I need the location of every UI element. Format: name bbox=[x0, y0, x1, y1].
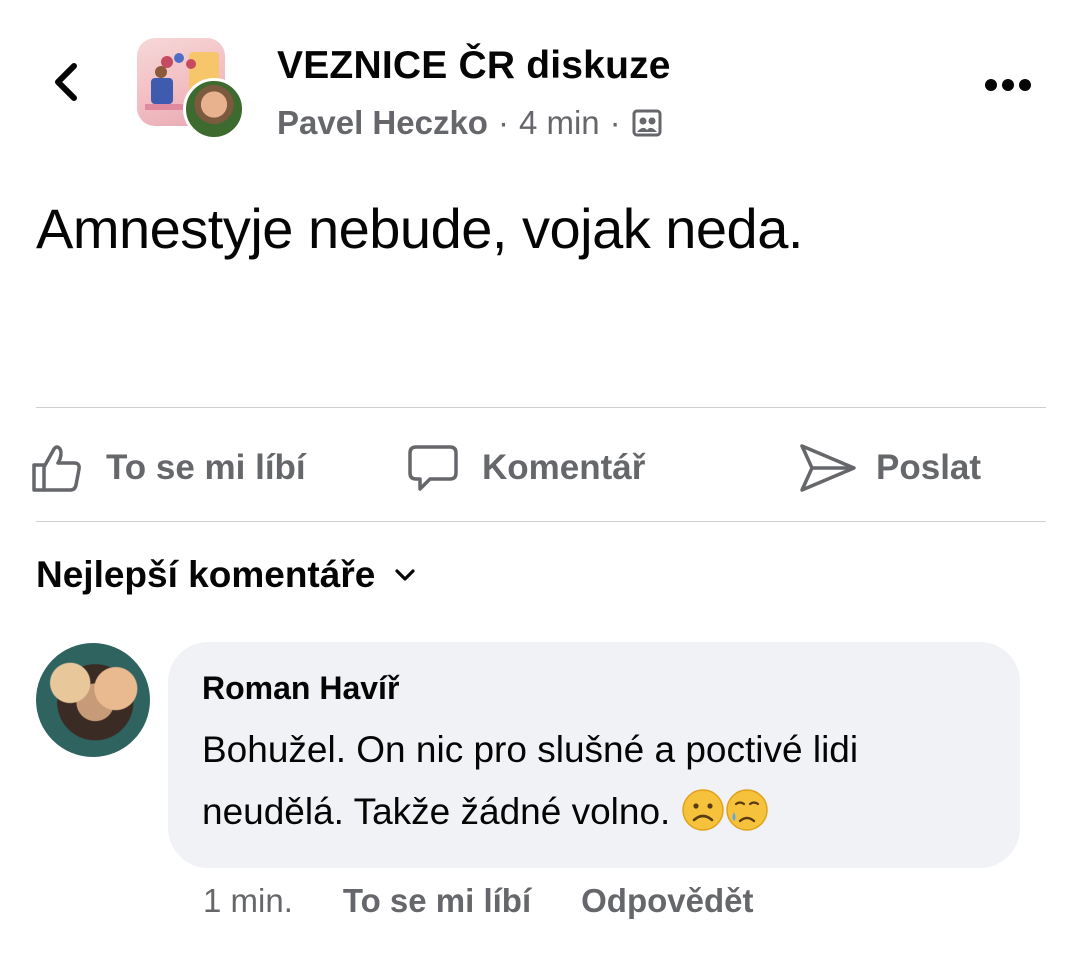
post-author-link[interactable]: Pavel Heczko bbox=[277, 104, 488, 142]
more-options-button[interactable] bbox=[985, 70, 1037, 100]
comment-time[interactable]: 1 min. bbox=[203, 882, 293, 920]
thumbs-up-icon bbox=[32, 445, 81, 492]
comment-sort-label: Nejlepší komentáře bbox=[36, 554, 376, 595]
frowning-face-emoji bbox=[681, 788, 725, 832]
comment-reply-button[interactable]: Odpovědět bbox=[581, 882, 753, 920]
comment-meta: 1 min. To se mi líbí Odpovědět bbox=[203, 882, 754, 920]
dot-icon bbox=[1019, 79, 1031, 91]
comment-text-block: Bohužel. On nic pro slušné a poctivé lid… bbox=[202, 719, 986, 843]
chevron-left-icon bbox=[55, 63, 77, 101]
comment-button[interactable]: Komentář bbox=[406, 440, 645, 496]
sad-relieved-face-emoji bbox=[725, 788, 769, 832]
comment-sort-dropdown[interactable]: Nejlepší komentáře bbox=[36, 554, 417, 596]
send-arrow-icon bbox=[800, 444, 856, 492]
meta-separator: · bbox=[609, 104, 621, 141]
meta-separator: · bbox=[497, 104, 509, 141]
group-members-icon[interactable] bbox=[631, 107, 663, 139]
dot-icon bbox=[985, 79, 997, 91]
comment-bubble: Roman Havíř Bohužel. On nic pro slušné a… bbox=[168, 642, 1020, 868]
comment-author-link[interactable]: Roman Havíř bbox=[202, 670, 986, 707]
post-text: Amnestyje nebude, vojak neda. bbox=[36, 197, 803, 260]
comment-like-button[interactable]: To se mi líbí bbox=[343, 882, 531, 920]
group-avatar[interactable] bbox=[137, 38, 245, 142]
author-avatar[interactable] bbox=[183, 78, 245, 140]
chevron-down-icon bbox=[395, 569, 415, 581]
divider bbox=[36, 521, 1046, 522]
divider bbox=[36, 407, 1046, 408]
back-button[interactable] bbox=[46, 60, 86, 104]
post-time[interactable]: 4 min bbox=[519, 104, 600, 142]
commenter-avatar[interactable] bbox=[36, 643, 150, 757]
comment-label: Komentář bbox=[482, 448, 646, 487]
group-name-link[interactable]: VEZNICE ČR diskuze bbox=[277, 44, 671, 88]
post-meta: Pavel Heczko · 4 min · bbox=[277, 104, 663, 142]
like-label: To se mi líbí bbox=[106, 448, 306, 487]
like-button[interactable]: To se mi líbí bbox=[30, 440, 306, 496]
send-label: Poslat bbox=[876, 448, 982, 487]
comment-bubble-icon bbox=[408, 445, 458, 491]
dot-icon bbox=[1002, 79, 1014, 91]
send-button[interactable]: Poslat bbox=[798, 440, 981, 496]
